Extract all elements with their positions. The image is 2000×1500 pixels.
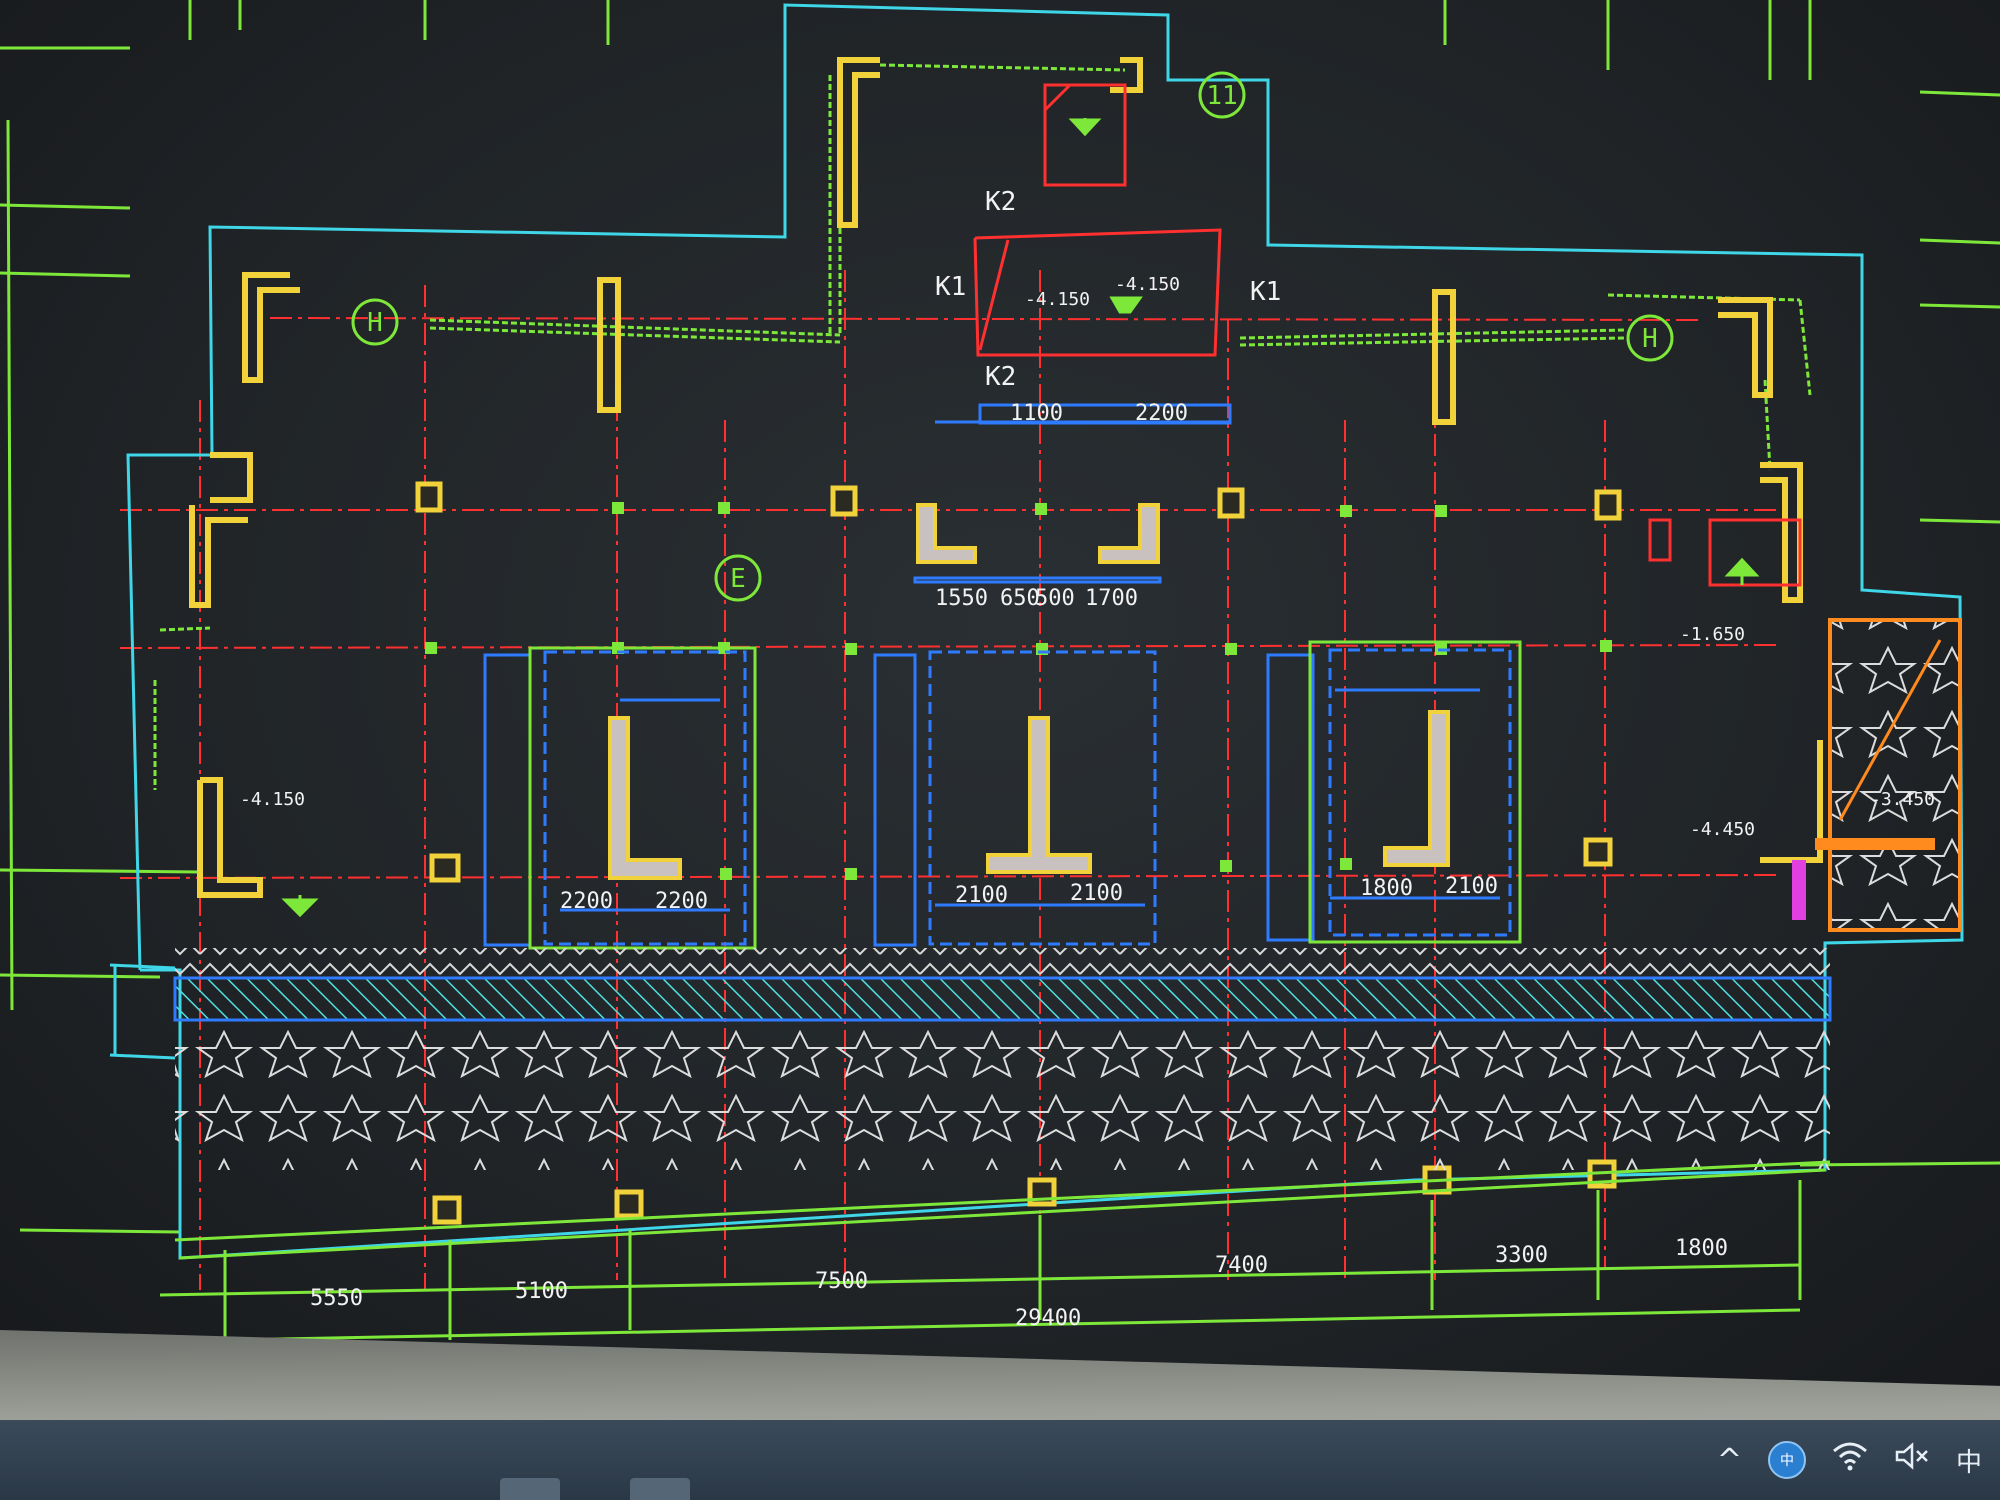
input-language[interactable]: 中 — [1956, 1442, 1982, 1479]
tag-k2-top: K2 — [985, 187, 1016, 217]
cad-plan-drawing: H H E 11 5550 5100 7500 7400 3300 1800 2… — [0, 0, 2000, 1370]
tag-k1-right: K1 — [1250, 277, 1281, 307]
axis-label-h-right: H — [1642, 324, 1658, 354]
elev-e1: -4.150 — [240, 789, 305, 810]
taskbar: ^ 中 中 — [0, 1420, 2000, 1500]
dim-p6: 2100 — [1445, 874, 1498, 899]
dim-p4: 2100 — [1070, 881, 1123, 906]
star-fill — [175, 1020, 1830, 1170]
elev-e5: -4.450 — [1690, 819, 1755, 840]
axis-label-e: E — [730, 564, 746, 594]
taskbar-button[interactable] — [500, 1478, 560, 1500]
dim-t2: 650 — [1000, 586, 1040, 611]
volume-mute-icon[interactable] — [1894, 1441, 1930, 1479]
dim-p1: 2200 — [560, 889, 613, 914]
elev-e3: -4.150 — [1025, 289, 1090, 310]
dim-t4: 1700 — [1085, 586, 1138, 611]
elevation-texts: -4.150 -4.150 -1.650 -3.450 -4.450 -4.15… — [240, 274, 1935, 840]
axis-labels: H H E 11 — [367, 81, 1658, 594]
dim-t3: 500 — [1035, 586, 1075, 611]
hatched-slab — [173, 976, 1832, 1022]
elev-e4: -3.450 — [1870, 789, 1935, 810]
dim-p5: 1800 — [1360, 876, 1413, 901]
axis-label-h-left: H — [367, 308, 383, 338]
k-tags: K2 K1 K1 K2 — [935, 187, 1281, 392]
bottom-outline — [159, 1160, 1831, 1342]
yellow-walls — [189, 57, 1823, 898]
dim-d3: 7500 — [815, 1269, 868, 1294]
core-walls — [608, 503, 1450, 880]
elev-e2: -4.150 — [1115, 274, 1180, 295]
tag-k1-left: K1 — [935, 272, 966, 302]
dim-d1: 5550 — [310, 1286, 363, 1311]
dim-d5: 3300 — [1495, 1243, 1548, 1268]
ime-icon[interactable]: 中 — [1767, 1441, 1806, 1479]
dim-d2: 5100 — [515, 1279, 568, 1304]
dim-p2: 2200 — [655, 889, 708, 914]
dim-d6: 1800 — [1675, 1236, 1728, 1261]
axis-label-11: 11 — [1206, 81, 1237, 111]
dim-p3: 2100 — [955, 883, 1008, 908]
axis-bubbles — [351, 71, 1674, 602]
left-dims — [109, 963, 176, 1060]
taskbar-button[interactable] — [630, 1478, 690, 1500]
tray-expand-icon[interactable]: ^ — [1717, 1443, 1742, 1478]
wifi-icon[interactable] — [1832, 1441, 1868, 1479]
elev-e6: -1.650 — [1680, 624, 1745, 645]
retaining-walls — [153, 63, 1812, 790]
dim-top1: 1100 — [1010, 401, 1063, 426]
side-fill — [1828, 618, 1962, 932]
tag-k2-bottom: K2 — [985, 362, 1016, 392]
dim-top2: 2200 — [1135, 401, 1188, 426]
dim-total: 29400 — [1015, 1306, 1081, 1331]
taskbar-buttons — [500, 1478, 690, 1500]
zig-band — [175, 948, 1830, 978]
cad-drawing-canvas[interactable]: H H E 11 5550 5100 7500 7400 3300 1800 2… — [0, 0, 2000, 1390]
system-tray: ^ 中 中 — [1717, 1420, 2000, 1500]
dim-d4: 7400 — [1215, 1253, 1268, 1278]
dim-t1: 1550 — [935, 586, 988, 611]
